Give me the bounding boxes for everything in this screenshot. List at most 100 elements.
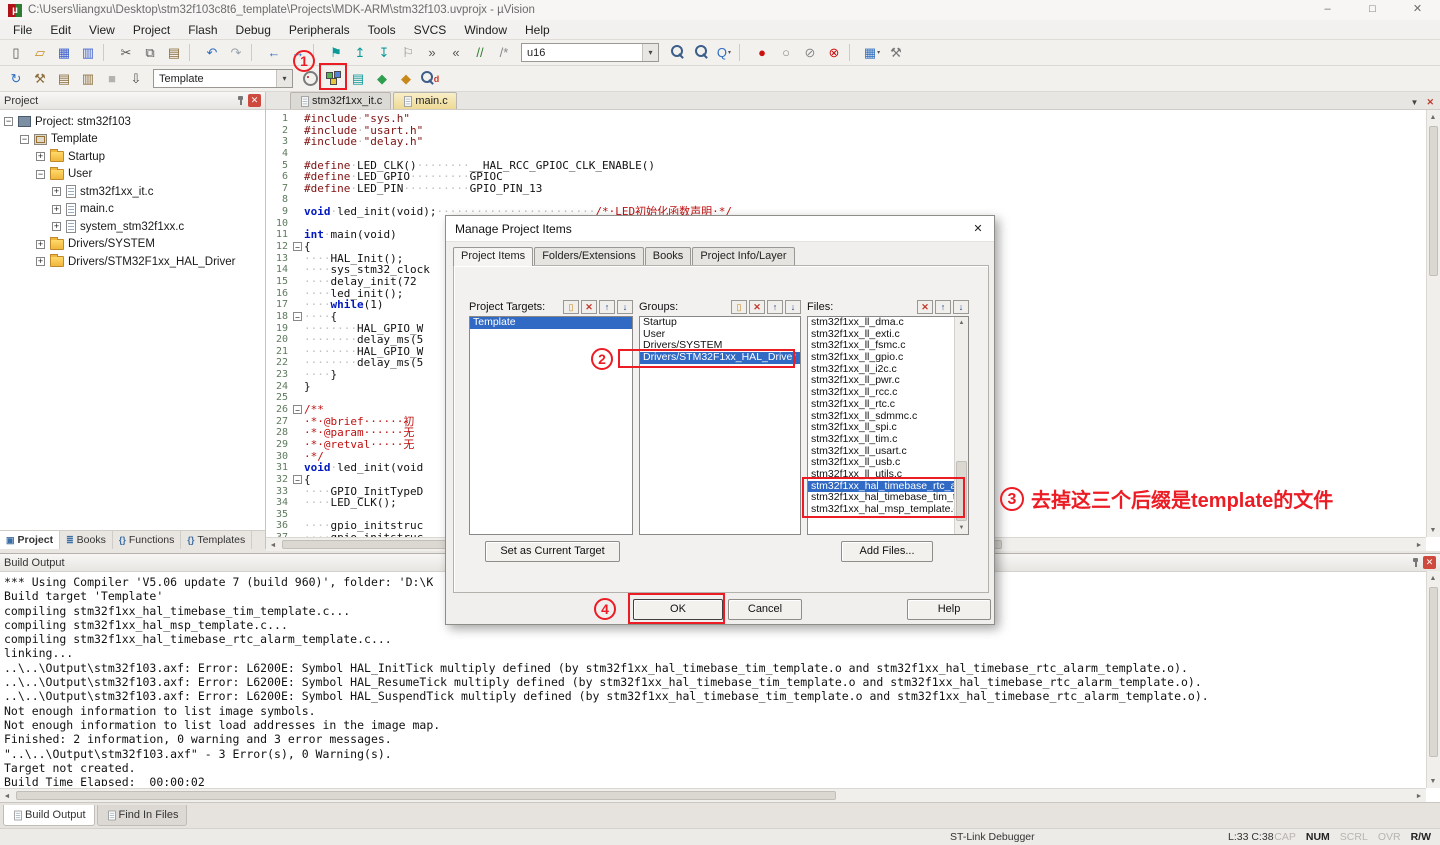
file-delete-button[interactable]: ✕ xyxy=(917,300,933,314)
dialog-close-button[interactable]: ✕ xyxy=(962,216,994,241)
save-icon[interactable]: ▦ xyxy=(53,42,75,64)
combo-arrow-icon[interactable] xyxy=(276,70,292,87)
expand-icon[interactable]: + xyxy=(36,257,45,266)
dialog-tab-project-items[interactable]: Project Items xyxy=(453,247,533,266)
panel-tab-functions[interactable]: {}Functions xyxy=(113,531,182,549)
build-icon[interactable]: ⚒ xyxy=(29,68,51,90)
scrollbar-thumb[interactable] xyxy=(1429,126,1438,276)
debug-session-icon[interactable]: d xyxy=(419,68,441,90)
save-all-icon[interactable]: ▥ xyxy=(77,42,99,64)
target-select-combo[interactable]: Template xyxy=(153,69,293,88)
panel-tab-templates[interactable]: {}Templates xyxy=(181,531,252,549)
build-horizontal-scrollbar[interactable] xyxy=(0,788,1426,802)
outdent-icon[interactable]: « xyxy=(445,42,467,64)
target-new-button[interactable]: ▯ xyxy=(563,300,579,314)
scrollbar-thumb[interactable] xyxy=(956,461,967,521)
breakpoint-toggle-icon[interactable]: ● xyxy=(751,42,773,64)
expand-icon[interactable]: + xyxy=(52,222,61,231)
menu-svcs[interactable]: SVCS xyxy=(405,21,456,39)
expand-icon[interactable]: + xyxy=(52,205,61,214)
tree-item-project-stm32f103[interactable]: −Project: stm32f103 xyxy=(0,113,265,131)
menu-help[interactable]: Help xyxy=(516,21,559,39)
tab-list-button[interactable] xyxy=(1411,94,1419,108)
file-extensions-icon[interactable]: ▤ xyxy=(347,68,369,90)
fold-collapse-icon[interactable]: − xyxy=(293,405,302,414)
configure-icon[interactable]: ⚒ xyxy=(885,42,907,64)
file-up-button[interactable]: ↑ xyxy=(935,300,951,314)
scroll-right-icon[interactable] xyxy=(1412,789,1426,803)
target-delete-button[interactable]: ✕ xyxy=(581,300,597,314)
file-item-stm32f1xx-ll-spi-c[interactable]: stm32f1xx_ll_spi.c xyxy=(808,422,968,434)
redo-icon[interactable]: ↷ xyxy=(225,42,247,64)
group-item-user[interactable]: User xyxy=(640,329,800,341)
pin-icon[interactable] xyxy=(235,95,245,106)
tree-item-stm32f1xx-it-c[interactable]: +stm32f1xx_it.c xyxy=(0,183,265,201)
file-item-stm32f1xx-ll-tim-c[interactable]: stm32f1xx_ll_tim.c xyxy=(808,434,968,446)
download-icon[interactable]: ⇩ xyxy=(125,68,147,90)
expand-icon[interactable]: + xyxy=(36,152,45,161)
scrollbar-thumb[interactable] xyxy=(1429,587,1438,757)
menu-peripherals[interactable]: Peripherals xyxy=(280,21,359,39)
file-item-stm32f1xx-hal-msp-template-c[interactable]: stm32f1xx_hal_msp_template.c xyxy=(808,504,968,516)
file-item-stm32f1xx-ll-exti-c[interactable]: stm32f1xx_ll_exti.c xyxy=(808,329,968,341)
dialog-tab-project-info-layer[interactable]: Project Info/Layer xyxy=(692,247,794,266)
dock-tab-build-output[interactable]: Build Output xyxy=(3,805,95,826)
file-down-button[interactable]: ↓ xyxy=(953,300,969,314)
file-item-stm32f1xx-ll-rtc-c[interactable]: stm32f1xx_ll_rtc.c xyxy=(808,399,968,411)
tree-item-user[interactable]: −User xyxy=(0,166,265,184)
manage-project-items-icon[interactable] xyxy=(323,68,345,90)
group-item-drivers-stm32f1xx-hal-driver[interactable]: Drivers/STM32F1xx_HAL_Driver xyxy=(640,352,800,364)
scrollbar-thumb[interactable] xyxy=(16,791,836,800)
panel-tab-project[interactable]: ▣Project xyxy=(0,531,60,549)
project-targets-list[interactable]: Template xyxy=(469,316,633,535)
scroll-right-icon[interactable] xyxy=(1412,538,1426,552)
target-down-button[interactable]: ↓ xyxy=(617,300,633,314)
file-item-stm32f1xx-ll-sdmmc-c[interactable]: stm32f1xx_ll_sdmmc.c xyxy=(808,411,968,423)
collapse-icon[interactable]: − xyxy=(4,117,13,126)
help-button[interactable]: Help xyxy=(907,599,991,620)
batch-build-icon[interactable]: ▥ xyxy=(77,68,99,90)
file-item-stm32f1xx-hal-timebase-rtc-alarm[interactable]: stm32f1xx_hal_timebase_rtc_alarm xyxy=(808,481,968,493)
tree-item-drivers-stm32f1xx-hal-driver[interactable]: +Drivers/STM32F1xx_HAL_Driver xyxy=(0,253,265,271)
bookmark-next-icon[interactable]: ↧ xyxy=(373,42,395,64)
group-new-button[interactable]: ▯ xyxy=(731,300,747,314)
group-up-button[interactable]: ↑ xyxy=(767,300,783,314)
maximize-button[interactable]: □ xyxy=(1350,0,1395,20)
dock-tab-find-in-files[interactable]: Find In Files xyxy=(97,805,188,826)
scroll-up-icon[interactable] xyxy=(955,317,968,329)
group-item-startup[interactable]: Startup xyxy=(640,317,800,329)
file-item-stm32f1xx-ll-dma-c[interactable]: stm32f1xx_ll_dma.c xyxy=(808,317,968,329)
file-item-stm32f1xx-ll-rcc-c[interactable]: stm32f1xx_ll_rcc.c xyxy=(808,387,968,399)
menu-debug[interactable]: Debug xyxy=(227,21,280,39)
scroll-down-icon[interactable] xyxy=(1426,523,1440,537)
tree-item-drivers-system[interactable]: +Drivers/SYSTEM xyxy=(0,236,265,254)
file-item-stm32f1xx-ll-gpio-c[interactable]: stm32f1xx_ll_gpio.c xyxy=(808,352,968,364)
group-item-drivers-system[interactable]: Drivers/SYSTEM xyxy=(640,340,800,352)
scroll-left-icon[interactable] xyxy=(0,789,14,803)
build-vertical-scrollbar[interactable] xyxy=(1426,571,1440,788)
fold-collapse-icon[interactable]: − xyxy=(293,475,302,484)
files-list[interactable]: stm32f1xx_ll_dma.cstm32f1xx_ll_exti.cstm… xyxy=(807,316,969,535)
groups-list[interactable]: StartupUserDrivers/SYSTEMDrivers/STM32F1… xyxy=(639,316,801,535)
uncomment-icon[interactable]: /* xyxy=(493,42,515,64)
navigate-forward-icon[interactable]: → xyxy=(287,42,309,64)
tree-item-template[interactable]: −Template xyxy=(0,131,265,149)
tree-item-system-stm32f1xx-c[interactable]: +system_stm32f1xx.c xyxy=(0,218,265,236)
pack-installer-icon[interactable]: ◆ xyxy=(395,68,417,90)
dialog-tab-books[interactable]: Books xyxy=(645,247,692,266)
rebuild-icon[interactable]: ▤ xyxy=(53,68,75,90)
stop-build-icon[interactable]: ■ xyxy=(101,68,123,90)
add-files-button[interactable]: Add Files... xyxy=(841,541,933,562)
dialog-tab-folders-extensions[interactable]: Folders/Extensions xyxy=(534,247,644,266)
group-down-button[interactable]: ↓ xyxy=(785,300,801,314)
collapse-icon[interactable]: − xyxy=(20,135,29,144)
close-panel-button[interactable] xyxy=(248,94,261,107)
menu-file[interactable]: File xyxy=(4,21,41,39)
close-button[interactable]: ✕ xyxy=(1395,0,1440,20)
search-combo[interactable]: u16 xyxy=(521,43,659,62)
indent-icon[interactable]: » xyxy=(421,42,443,64)
file-item-stm32f1xx-ll-i2c-c[interactable]: stm32f1xx_ll_i2c.c xyxy=(808,364,968,376)
set-as-current-target-button[interactable]: Set as Current Target xyxy=(485,541,620,562)
editor-vertical-scrollbar[interactable] xyxy=(1426,110,1440,537)
minimize-button[interactable]: – xyxy=(1305,0,1350,20)
